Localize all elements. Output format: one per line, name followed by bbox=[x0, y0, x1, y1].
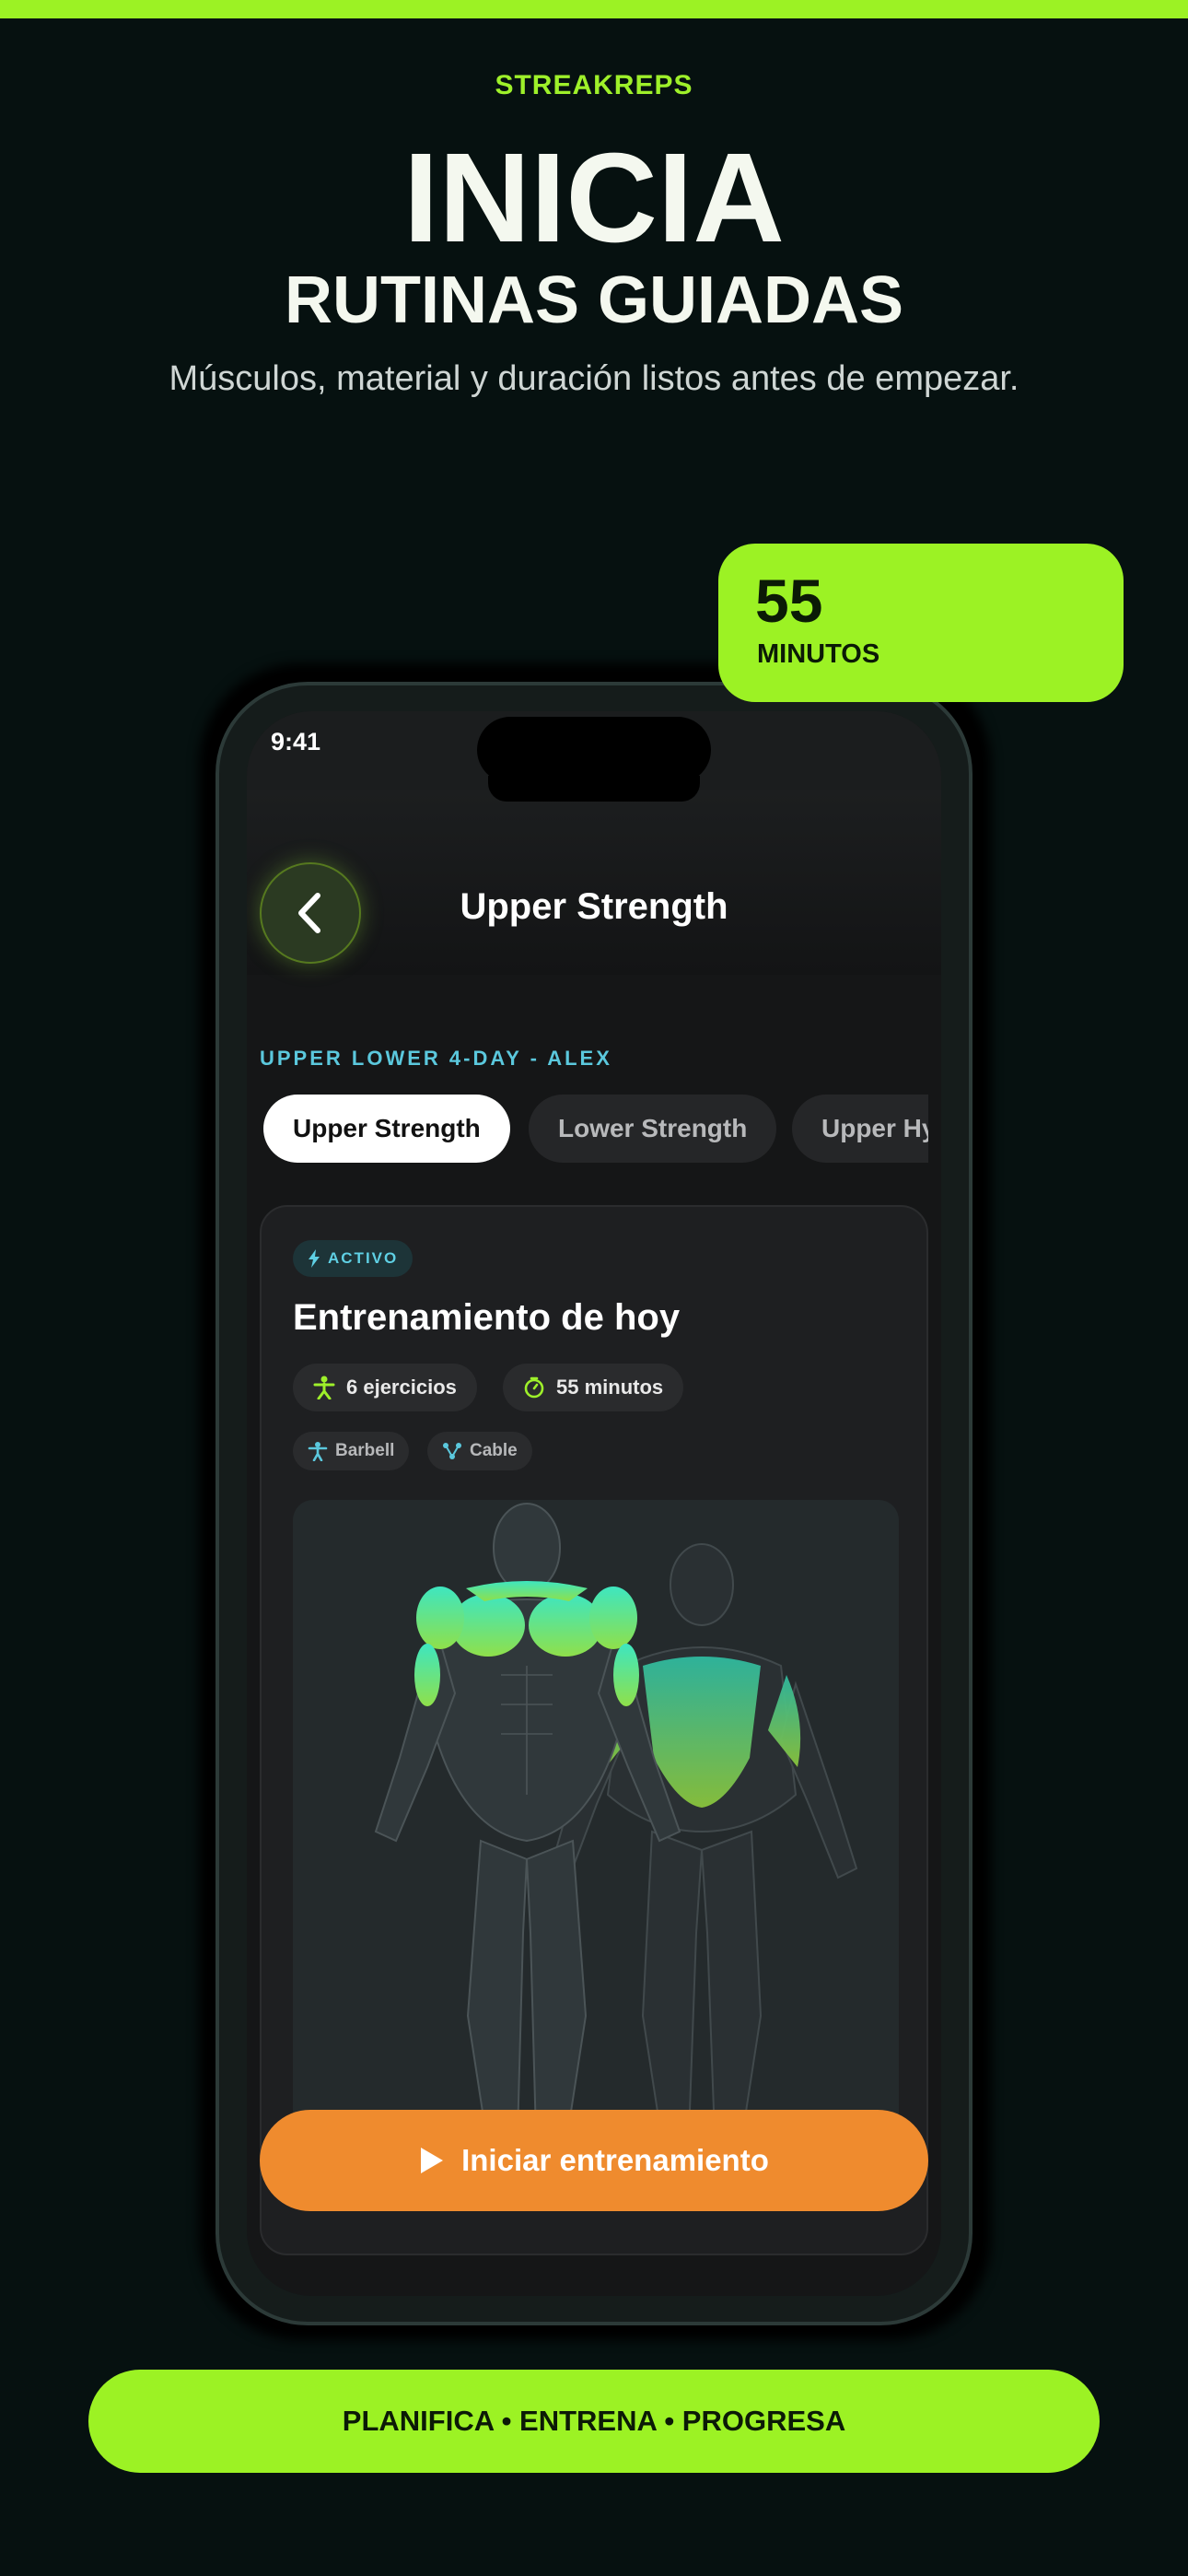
equipment-tag-barbell: Barbell bbox=[293, 1432, 410, 1470]
duration-text: 55 minutos bbox=[556, 1376, 664, 1399]
subheadline: RUTINAS GUIADAS bbox=[284, 263, 903, 337]
equipment-cable-label: Cable bbox=[470, 1441, 518, 1460]
footer-banner: PLANIFICA • ENTRENA • PROGRESA bbox=[88, 2370, 1100, 2473]
duration-pill: 55 minutos bbox=[503, 1364, 684, 1411]
dynamic-island-shadow bbox=[488, 776, 700, 802]
cable-icon bbox=[443, 1443, 461, 1459]
nav-title: Upper Strength bbox=[460, 886, 728, 927]
person-exercise-icon bbox=[313, 1376, 335, 1399]
workout-card: ACTIVO Entrenamiento de hoy 6 ejercicios… bbox=[260, 1205, 928, 2255]
plan-label: UPPER LOWER 4-DAY - ALEX bbox=[260, 1047, 612, 1070]
brand-name: STREAKREPS bbox=[495, 70, 693, 100]
muscle-map-illustration bbox=[374, 1503, 858, 2136]
routine-tabs: Upper Strength Lower Strength Upper Hy bbox=[247, 1095, 928, 1163]
status-time: 9:41 bbox=[271, 728, 321, 755]
barbell-icon bbox=[308, 1442, 328, 1461]
lightning-icon bbox=[309, 1249, 320, 1268]
start-workout-button[interactable]: Iniciar entrenamiento bbox=[260, 2110, 928, 2211]
exercises-count: 6 ejercicios bbox=[346, 1376, 457, 1399]
duration-badge-value: 55 bbox=[755, 567, 823, 635]
start-workout-label: Iniciar entrenamiento bbox=[461, 2143, 769, 2177]
headline: INICIA bbox=[403, 127, 785, 269]
top-accent-bar bbox=[0, 0, 1188, 18]
dynamic-island bbox=[477, 717, 711, 783]
play-icon bbox=[421, 2148, 444, 2173]
status-badge-label: ACTIVO bbox=[328, 1249, 399, 1267]
equipment-tag-cable: Cable bbox=[427, 1432, 532, 1470]
tagline: Músculos, material y duración listos ant… bbox=[169, 359, 1019, 398]
muscle-map-image bbox=[293, 1500, 899, 2136]
status-badge: ACTIVO bbox=[293, 1240, 413, 1277]
tab-upper-hypertrophy[interactable]: Upper Hy bbox=[792, 1095, 928, 1163]
exercises-pill: 6 ejercicios bbox=[293, 1364, 477, 1411]
duration-badge-label: MINUTOS bbox=[757, 639, 880, 669]
tab-upper-strength[interactable]: Upper Strength bbox=[263, 1095, 510, 1163]
phone-screen: 9:41 Upper Strength UPPER LOWER 4-DAY - … bbox=[247, 711, 941, 2296]
tab-lower-strength[interactable]: Lower Strength bbox=[529, 1095, 777, 1163]
equipment-barbell-label: Barbell bbox=[335, 1441, 395, 1460]
workout-title: Entrenamiento de hoy bbox=[293, 1297, 681, 1338]
timer-icon bbox=[524, 1376, 544, 1399]
duration-badge-card: 55 MINUTOS bbox=[718, 544, 1124, 702]
